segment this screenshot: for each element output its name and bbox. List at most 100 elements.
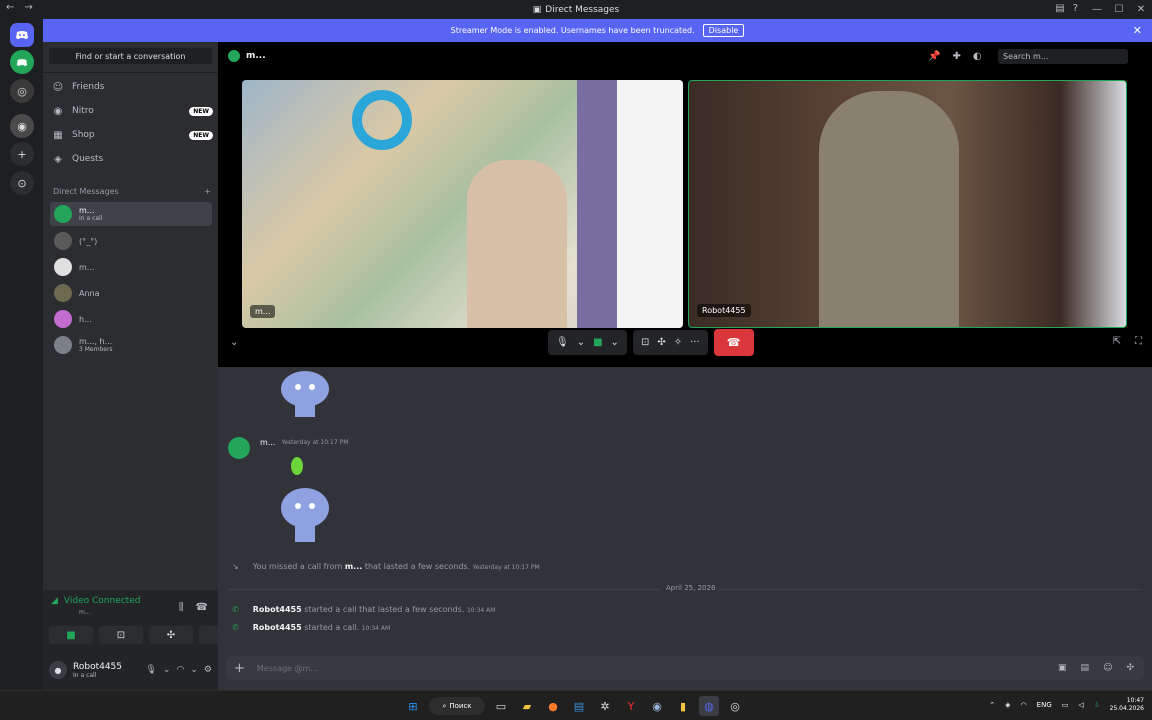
inbox-icon[interactable]: ▤ — [1055, 3, 1064, 14]
chevron-down-icon[interactable]: ⌄ — [163, 665, 171, 675]
discover-icon[interactable]: ⊙ — [10, 171, 34, 195]
add-dm-icon[interactable]: + — [204, 187, 211, 196]
dm-item[interactable]: (°_°) — [50, 229, 212, 253]
wifi-icon[interactable]: ◠ — [1021, 701, 1027, 709]
server-icon-2[interactable]: ◎ — [10, 79, 34, 103]
dm-name: m... — [79, 206, 95, 215]
video-tile-2[interactable]: Robot4455 — [688, 80, 1127, 328]
divider — [43, 72, 218, 73]
window-controls: — ☐ ✕ — [1086, 0, 1152, 19]
user-controls: 🎙 ⌄ ◠ ⌄ ⚙ — [146, 665, 212, 675]
tray-app-icon[interactable]: ◈ — [1005, 701, 1010, 709]
dm-item[interactable]: m..., h... 3 Members — [50, 333, 212, 357]
message-author[interactable]: Robot4455 — [253, 623, 302, 632]
app-icon[interactable]: ▤ — [569, 696, 589, 716]
language-indicator[interactable]: ENG — [1037, 701, 1052, 709]
headphones-icon[interactable]: ◠ — [177, 665, 185, 675]
new-badge: NEW — [189, 130, 213, 140]
nav-quests[interactable]: ◈ Quests — [52, 149, 213, 169]
apps-icon[interactable]: ✣ — [1126, 663, 1134, 673]
server-icon-3[interactable]: ◉ — [10, 114, 34, 138]
message-input[interactable]: Message @m... — [257, 664, 318, 673]
nav-nitro[interactable]: ◉ Nitro NEW — [52, 101, 213, 121]
camera-button[interactable]: ■ — [49, 626, 93, 644]
message-author[interactable]: m... — [260, 438, 275, 447]
file-explorer-icon[interactable]: ▰ — [517, 696, 537, 716]
dm-item[interactable]: Anna — [50, 281, 212, 305]
activities-button[interactable]: ✣ — [149, 626, 193, 644]
pin-icon[interactable]: 📌 — [928, 51, 940, 62]
close-icon[interactable]: ✕ — [1133, 24, 1142, 37]
activities-icon[interactable]: ✣ — [657, 337, 665, 348]
nav-friends[interactable]: ☺ Friends — [52, 77, 213, 97]
taskbar-search[interactable]: ⌕ Поиск — [429, 697, 485, 715]
network-icon[interactable]: ▭ — [1062, 701, 1069, 709]
window-title: ▣ Direct Messages — [533, 5, 619, 15]
dm-item[interactable]: h... — [50, 307, 212, 331]
start-icon[interactable]: ⊞ — [403, 696, 423, 716]
add-server-icon[interactable]: + — [10, 142, 34, 166]
help-icon[interactable]: ? — [1073, 3, 1078, 14]
mic-icon[interactable]: 🎙 — [146, 665, 157, 675]
video-tile-1[interactable]: m... — [242, 80, 683, 328]
more-icon[interactable]: ··· — [690, 337, 700, 348]
back-arrow-icon[interactable]: ← — [6, 2, 14, 13]
chatgpt-icon[interactable]: ✲ — [595, 696, 615, 716]
chevron-down-icon[interactable]: ⌄ — [577, 337, 585, 348]
message-author[interactable]: Robot4455 — [253, 605, 302, 614]
popout-icon[interactable]: ⇱ — [1113, 336, 1121, 347]
clock[interactable]: 10:47 25.04.2026 — [1110, 697, 1144, 713]
obs-icon[interactable]: ◎ — [725, 696, 745, 716]
soundboard-icon[interactable]: ✧ — [674, 337, 682, 348]
dm-sidebar: Find or start a conversation ☺ Friends ◉… — [43, 42, 243, 690]
chevron-down-icon[interactable]: ⌄ — [611, 337, 619, 348]
maximize-button[interactable]: ☐ — [1108, 0, 1130, 19]
profile-icon[interactable]: ◐ — [973, 51, 982, 62]
user-panel[interactable]: ● Robot4455 In a call 🎙 ⌄ ◠ ⌄ ⚙ — [49, 656, 212, 684]
find-conversation-input[interactable]: Find or start a conversation — [49, 48, 212, 64]
fullscreen-icon[interactable]: ⛶ — [1135, 336, 1142, 347]
download-icon[interactable]: ⇩ — [1094, 701, 1100, 709]
avatar[interactable] — [228, 437, 250, 459]
archive-icon[interactable]: ▮ — [673, 696, 693, 716]
mic-icon[interactable]: 🎙 — [556, 337, 569, 348]
disable-button[interactable]: Disable — [702, 24, 745, 37]
chevron-down-icon[interactable]: ⌄ — [230, 337, 238, 348]
add-attachment-icon[interactable]: + — [234, 661, 245, 676]
gif-icon[interactable]: ▤ — [1081, 663, 1090, 673]
nav-shop[interactable]: ▦ Shop NEW — [52, 125, 213, 145]
search-input[interactable]: Search m... — [998, 49, 1128, 64]
steam-icon[interactable]: ◉ — [647, 696, 667, 716]
shop-icon: ▦ — [53, 129, 63, 141]
firefox-icon[interactable]: ● — [543, 696, 563, 716]
dm-item[interactable]: m... — [50, 255, 212, 279]
discord-taskbar-icon[interactable]: ◍ — [699, 696, 719, 716]
add-friend-icon[interactable]: ✚ — [952, 51, 960, 62]
dm-item[interactable]: m... In a call — [50, 202, 212, 226]
gear-icon[interactable]: ⚙ — [204, 665, 212, 675]
forward-arrow-icon[interactable]: → — [24, 2, 32, 13]
close-window-button[interactable]: ✕ — [1130, 0, 1152, 19]
server-icon-1[interactable] — [10, 50, 34, 74]
volume-icon[interactable]: ◁ — [1078, 701, 1083, 709]
yandex-icon[interactable]: Y — [621, 696, 641, 716]
chevron-down-icon[interactable]: ⌄ — [190, 665, 198, 675]
end-call-button[interactable]: ☎ — [713, 329, 754, 356]
message-composer[interactable]: + Message @m... ▣ ▤ ☺ ✣ — [226, 656, 1144, 680]
friends-icon: ☺ — [52, 81, 64, 93]
discord-home-icon[interactable] — [10, 23, 34, 47]
gift-icon[interactable]: ▣ — [1058, 663, 1067, 673]
voice-status-text[interactable]: Video Connected — [64, 596, 141, 606]
soundboard-icon[interactable]: ⫼ — [179, 602, 184, 613]
camera-icon[interactable]: ■ — [593, 337, 602, 348]
minimize-button[interactable]: — — [1086, 0, 1108, 19]
screen-share-button[interactable]: ⊡ — [99, 626, 143, 644]
window-title-text: Direct Messages — [545, 4, 620, 15]
task-view-icon[interactable]: ▭ — [491, 696, 511, 716]
missed-from[interactable]: m... — [345, 562, 362, 571]
screen-share-icon[interactable]: ⊡ — [641, 337, 649, 348]
emoji-icon[interactable]: ☺ — [1103, 663, 1112, 673]
message-timestamp: 10:34 AM — [361, 625, 391, 632]
disconnect-icon[interactable]: ☎ — [196, 602, 208, 613]
chevron-up-icon[interactable]: ⌃ — [989, 701, 995, 709]
